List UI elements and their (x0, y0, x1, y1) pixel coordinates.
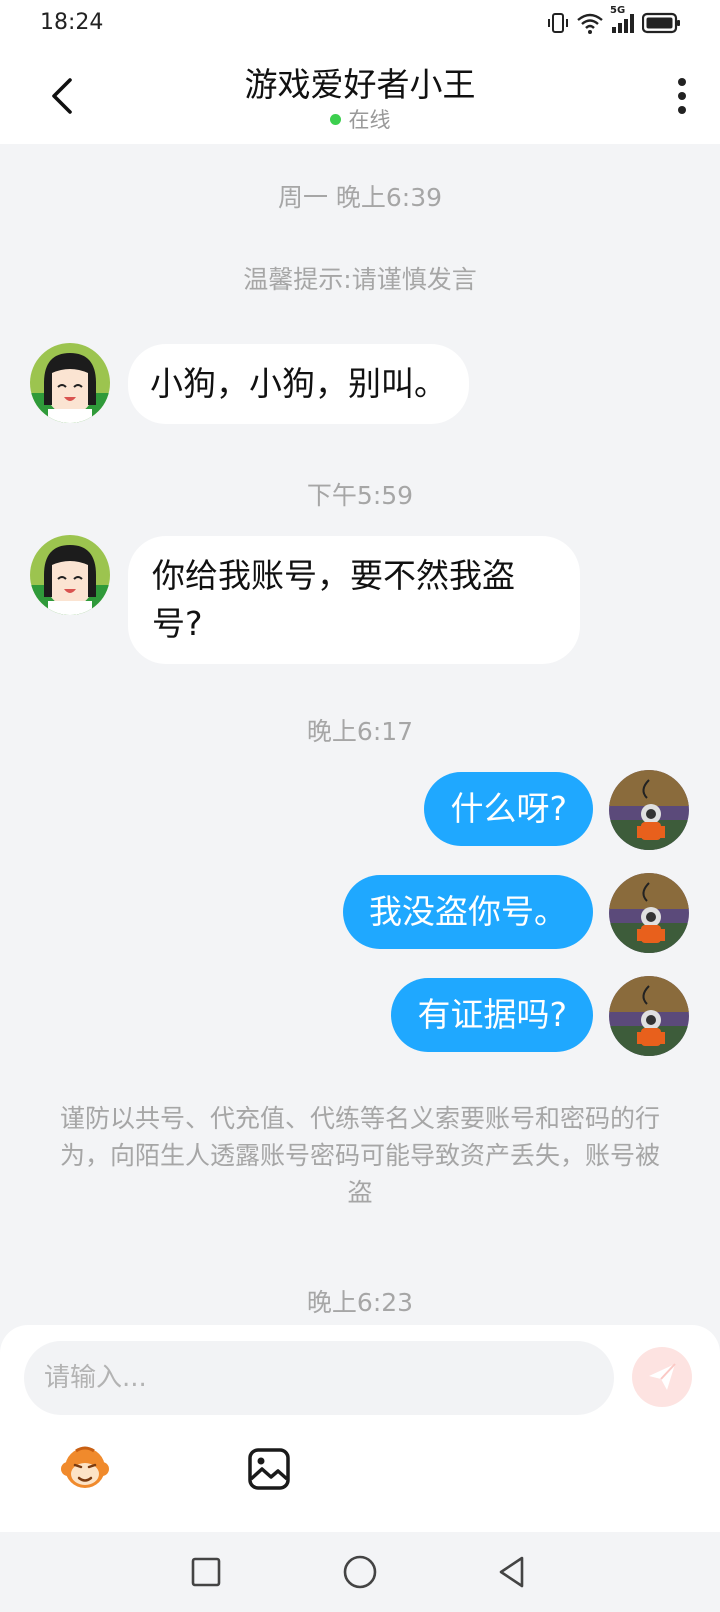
tip-notice: 温馨提示:请谨慎发言 (243, 265, 477, 294)
timestamp: 下午5:59 (306, 481, 414, 510)
status-bar: 18:24 5G (0, 0, 720, 48)
security-warning: 谨防以共号、代充值、代练等名义索要账号和密码的行为，向陌生人透露账号密码可能导致… (60, 1104, 661, 1207)
incoming-message[interactable]: 你给我账号，要不然我盗 号? (128, 536, 580, 664)
my-avatar[interactable] (609, 976, 689, 1056)
contact-name: 游戏爱好者小王 (244, 65, 476, 104)
online-status-label: 在线 (348, 108, 391, 132)
outgoing-message[interactable]: 什么呀? (424, 772, 593, 846)
recent-apps-button[interactable] (186, 1552, 226, 1592)
battery-icon (642, 11, 682, 35)
anime-girl-avatar-icon (30, 343, 110, 423)
contact-avatar[interactable] (30, 343, 110, 423)
vibrate-icon (546, 11, 570, 35)
home-icon (343, 1555, 377, 1589)
timestamp: 晚上6:17 (306, 717, 414, 746)
incoming-message[interactable]: 小狗，小狗，别叫。 (128, 344, 469, 424)
status-icons: 5G (546, 5, 682, 36)
home-button[interactable] (340, 1552, 380, 1592)
contact-avatar[interactable] (30, 535, 110, 615)
monkey-emoji-icon (61, 1446, 109, 1488)
message-input[interactable] (24, 1341, 614, 1415)
send-button[interactable] (632, 1347, 692, 1407)
anime-girl-avatar-icon (30, 535, 110, 615)
astronaut-avatar-icon (609, 770, 689, 850)
recent-apps-icon (191, 1557, 221, 1587)
image-button[interactable] (247, 1447, 291, 1491)
timestamp: 晚上6:23 (306, 1288, 414, 1317)
send-icon (649, 1363, 676, 1390)
back-icon (499, 1556, 524, 1588)
more-dot-icon (678, 78, 686, 86)
message-line: 号? (152, 604, 203, 643)
emoji-button[interactable] (60, 1443, 110, 1493)
my-avatar[interactable] (609, 770, 689, 850)
status-time: 18:24 (40, 10, 104, 35)
more-dot-icon (678, 92, 686, 100)
composer-panel (0, 1325, 720, 1532)
online-status: 在线 (0, 104, 720, 134)
back-nav-button[interactable] (492, 1552, 532, 1592)
online-dot-icon (329, 113, 341, 125)
system-nav-bar (0, 1532, 720, 1612)
network-type-label: 5G (610, 5, 626, 16)
timestamp: 周一 晚上6:39 (277, 183, 443, 212)
image-icon (248, 1448, 290, 1490)
astronaut-avatar-icon (609, 873, 689, 953)
message-line: 你给我账号，要不然我盗 (152, 556, 515, 595)
astronaut-avatar-icon (609, 976, 689, 1056)
my-avatar[interactable] (609, 873, 689, 953)
signal-icon: 5G (610, 5, 636, 35)
outgoing-message[interactable]: 我没盗你号。 (343, 875, 593, 949)
more-dot-icon (678, 106, 686, 114)
outgoing-message[interactable]: 有证据吗? (391, 978, 593, 1052)
wifi-icon (576, 11, 604, 35)
more-options-button[interactable] (672, 74, 692, 118)
chat-header: 游戏爱好者小王 在线 (0, 48, 720, 144)
